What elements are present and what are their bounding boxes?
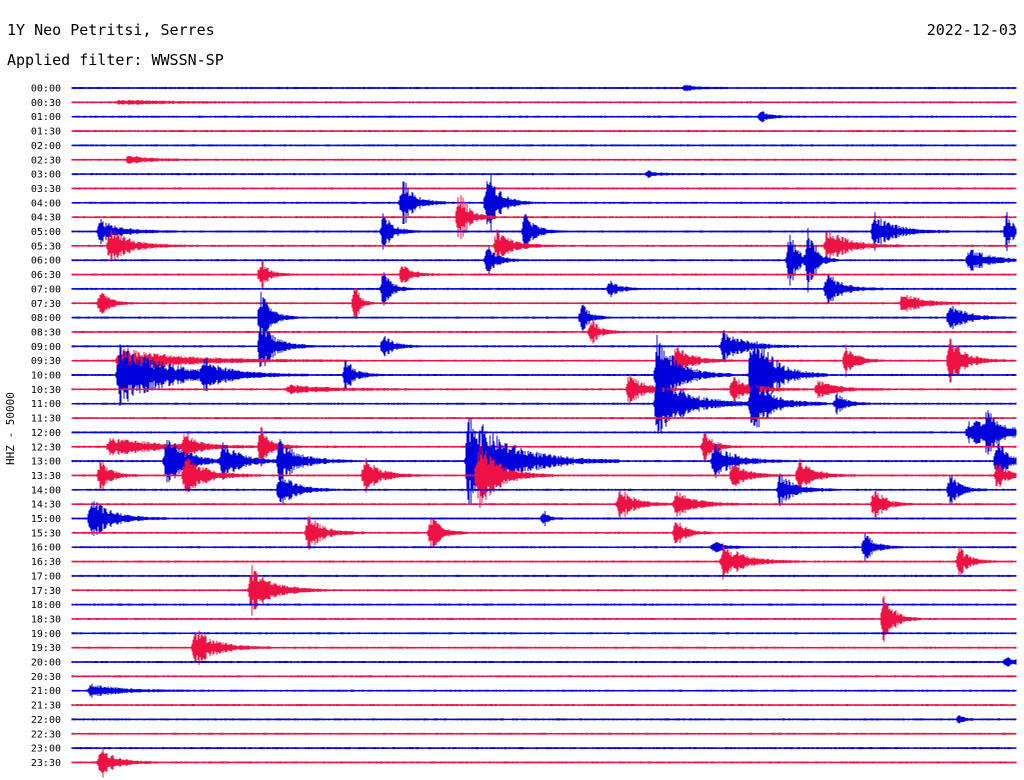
row-time-label: 05:00 bbox=[31, 227, 61, 238]
row-time-label: 14:00 bbox=[31, 485, 61, 496]
row-time-label: 04:00 bbox=[31, 198, 61, 209]
row-time-label: 08:00 bbox=[31, 313, 61, 324]
row-time-label: 11:00 bbox=[31, 399, 61, 410]
row-time-label: 03:00 bbox=[31, 170, 61, 181]
row-time-label: 21:00 bbox=[31, 686, 61, 697]
row-time-label: 00:30 bbox=[31, 98, 61, 109]
row-time-label: 03:30 bbox=[31, 184, 61, 195]
row-time-label: 21:30 bbox=[31, 701, 61, 712]
row-time-label: 04:30 bbox=[31, 213, 61, 224]
row-time-label: 01:00 bbox=[31, 112, 61, 123]
row-time-label: 02:00 bbox=[31, 141, 61, 152]
row-time-label: 17:00 bbox=[31, 571, 61, 582]
row-time-label: 17:30 bbox=[31, 586, 61, 597]
row-time-label: 20:00 bbox=[31, 658, 61, 669]
row-time-label: 23:00 bbox=[31, 744, 61, 755]
row-time-label: 16:00 bbox=[31, 543, 61, 554]
row-time-label: 16:30 bbox=[31, 557, 61, 568]
row-time-label: 06:30 bbox=[31, 270, 61, 281]
row-time-label: 18:00 bbox=[31, 600, 61, 611]
row-time-label: 19:30 bbox=[31, 643, 61, 654]
row-time-label: 14:30 bbox=[31, 500, 61, 511]
row-time-label: 15:30 bbox=[31, 528, 61, 539]
row-time-label: 07:30 bbox=[31, 299, 61, 310]
row-time-label: 22:00 bbox=[31, 715, 61, 726]
row-time-label: 09:30 bbox=[31, 356, 61, 367]
row-time-label: 02:30 bbox=[31, 155, 61, 166]
row-time-label: 09:00 bbox=[31, 342, 61, 353]
row-time-label: 13:30 bbox=[31, 471, 61, 482]
row-time-label: 10:30 bbox=[31, 385, 61, 396]
row-time-label: 23:30 bbox=[31, 758, 61, 769]
row-time-label: 19:00 bbox=[31, 629, 61, 640]
helicorder-plot: 00:00 00:30 01:00 01:30 02:00 02:30 03:00 03:30… bbox=[31, 84, 1017, 778]
row-time-label: 06:00 bbox=[31, 256, 61, 267]
row-time-label: 00:00 bbox=[31, 84, 61, 95]
row-time-label: 22:30 bbox=[31, 729, 61, 740]
row-time-label: 15:00 bbox=[31, 514, 61, 525]
row-time-label: 05:30 bbox=[31, 241, 61, 252]
row-time-label: 20:30 bbox=[31, 672, 61, 683]
row-time-label: 11:30 bbox=[31, 414, 61, 425]
row-time-label: 18:30 bbox=[31, 614, 61, 625]
row-time-label: 12:00 bbox=[31, 428, 61, 439]
row-time-label: 01:30 bbox=[31, 127, 61, 138]
row-time-label: 07:00 bbox=[31, 284, 61, 295]
row-time-label: 08:30 bbox=[31, 327, 61, 338]
row-time-label: 12:30 bbox=[31, 442, 61, 453]
row-time-label: 13:00 bbox=[31, 457, 61, 468]
row-time-label: 10:00 bbox=[31, 371, 61, 382]
